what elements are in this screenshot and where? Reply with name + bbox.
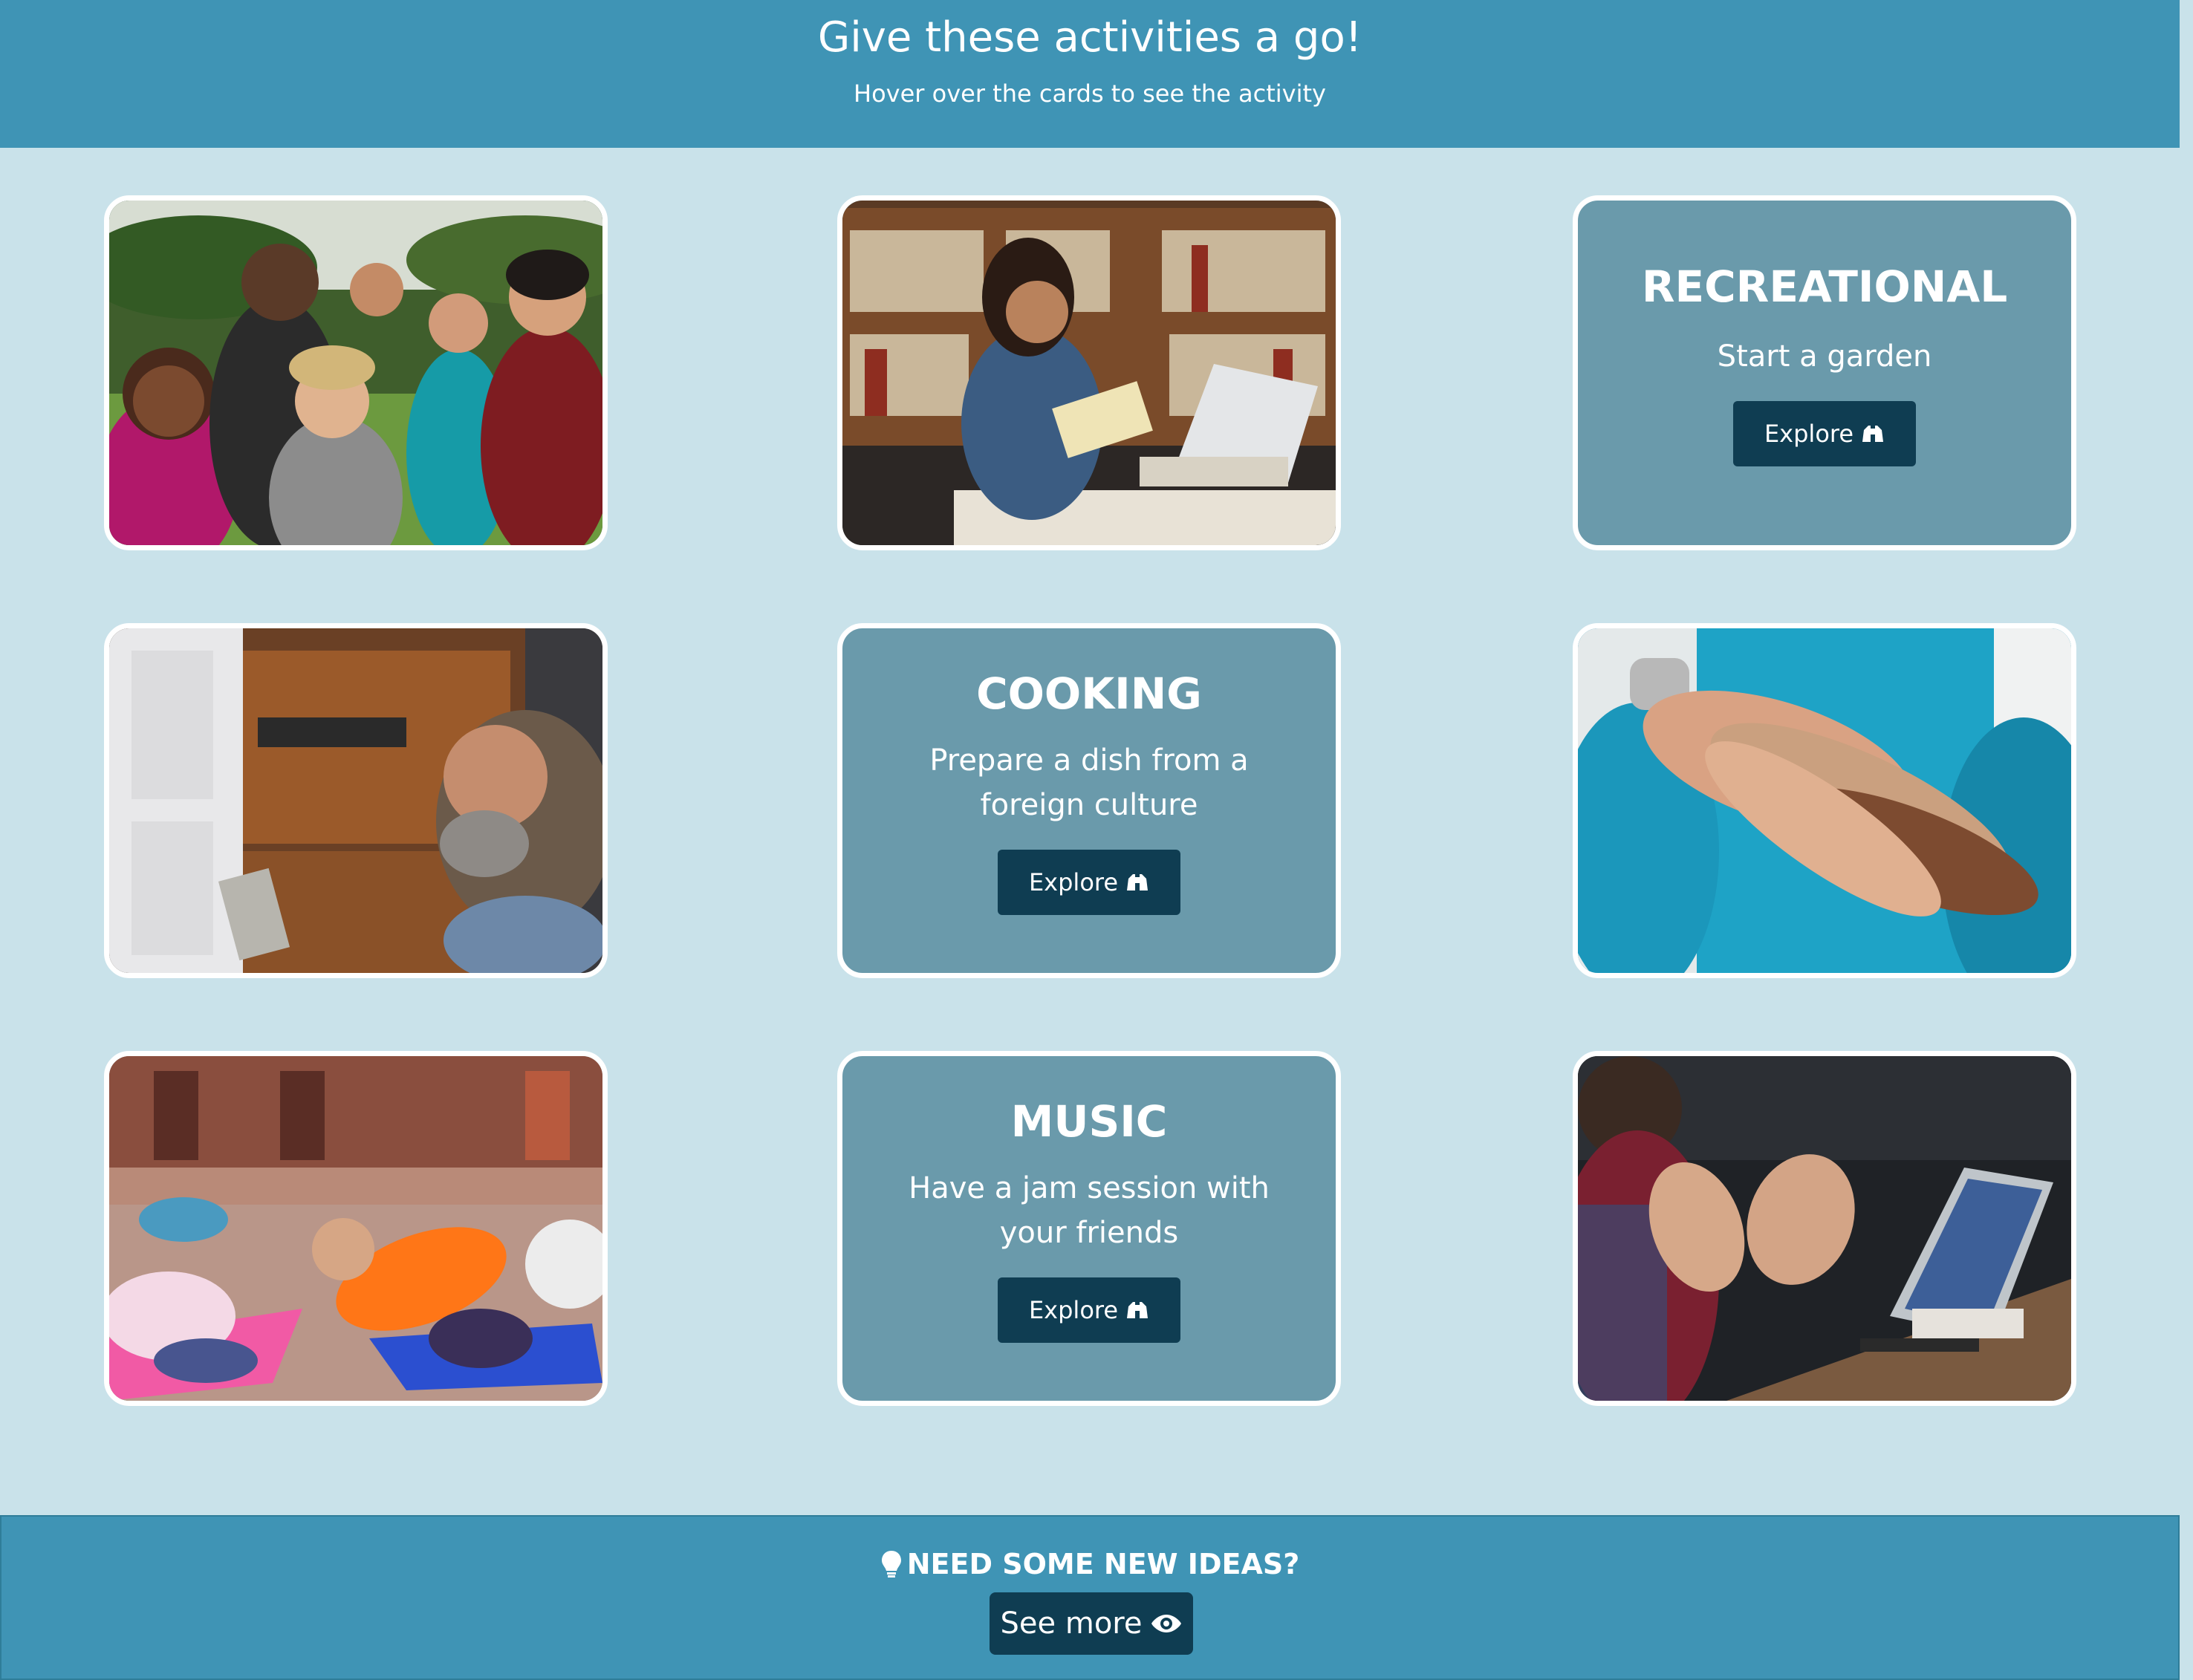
- group-of-friends-cheering-photo: [109, 201, 602, 545]
- page-header: Give these activities a go! Hover over t…: [0, 0, 2180, 148]
- activity-card-volunteer[interactable]: [1573, 623, 2076, 978]
- card-description: Prepare a dish from a foreign culture: [929, 743, 1249, 822]
- card-category: RECREATIONAL: [1641, 261, 2008, 312]
- activity-card-cooking[interactable]: COOKING Prepare a dish from a foreign cu…: [837, 623, 1341, 978]
- binoculars-icon: [1862, 426, 1884, 442]
- explore-button-label: Explore: [1764, 420, 1854, 448]
- lightbulb-icon: [881, 1551, 901, 1578]
- activity-card-music[interactable]: MUSIC Have a jam session with your frien…: [837, 1051, 1341, 1406]
- explore-button[interactable]: Explore: [997, 850, 1181, 915]
- page-subtitle: Hover over the cards to see the activity: [854, 79, 1326, 108]
- meeting-with-laptop-photo: [1578, 1056, 2071, 1401]
- explore-button[interactable]: Explore: [1732, 401, 1917, 466]
- activity-card-meeting[interactable]: [1573, 1051, 2076, 1406]
- eye-icon: [1151, 1615, 1182, 1632]
- explore-button-label: Explore: [1028, 868, 1119, 896]
- card-description: Start a garden: [1717, 339, 1932, 374]
- woman-reading-in-library-photo: [842, 201, 1336, 545]
- see-more-button[interactable]: See more: [990, 1592, 1193, 1655]
- page-title: Give these activities a go!: [817, 13, 1362, 62]
- activity-card-recreational[interactable]: RECREATIONAL Start a garden Explore: [1573, 195, 2076, 550]
- ideas-label: NEED SOME NEW IDEAS?: [906, 1548, 1300, 1580]
- group-yoga-class-photo: [109, 1056, 602, 1401]
- see-more-label: See more: [1000, 1606, 1143, 1641]
- explore-button[interactable]: Explore: [997, 1277, 1181, 1343]
- binoculars-icon: [1127, 1302, 1149, 1318]
- activity-card-yoga[interactable]: [104, 1051, 608, 1406]
- binoculars-icon: [1127, 874, 1149, 891]
- activity-card-friends[interactable]: [104, 195, 608, 550]
- card-category: COOKING: [976, 668, 1202, 719]
- man-repairing-drawer-photo: [109, 628, 602, 973]
- activity-card-library[interactable]: [837, 195, 1341, 550]
- card-description: Have a jam session with your friends: [909, 1171, 1270, 1250]
- card-category: MUSIC: [1010, 1096, 1168, 1147]
- stacked-hands-volunteers-photo: [1578, 628, 2071, 973]
- ideas-footer: NEED SOME NEW IDEAS? See more: [0, 1515, 2180, 1680]
- activity-card-diy[interactable]: [104, 623, 608, 978]
- ideas-heading: NEED SOME NEW IDEAS?: [1, 1543, 2178, 1585]
- explore-button-label: Explore: [1028, 1296, 1119, 1324]
